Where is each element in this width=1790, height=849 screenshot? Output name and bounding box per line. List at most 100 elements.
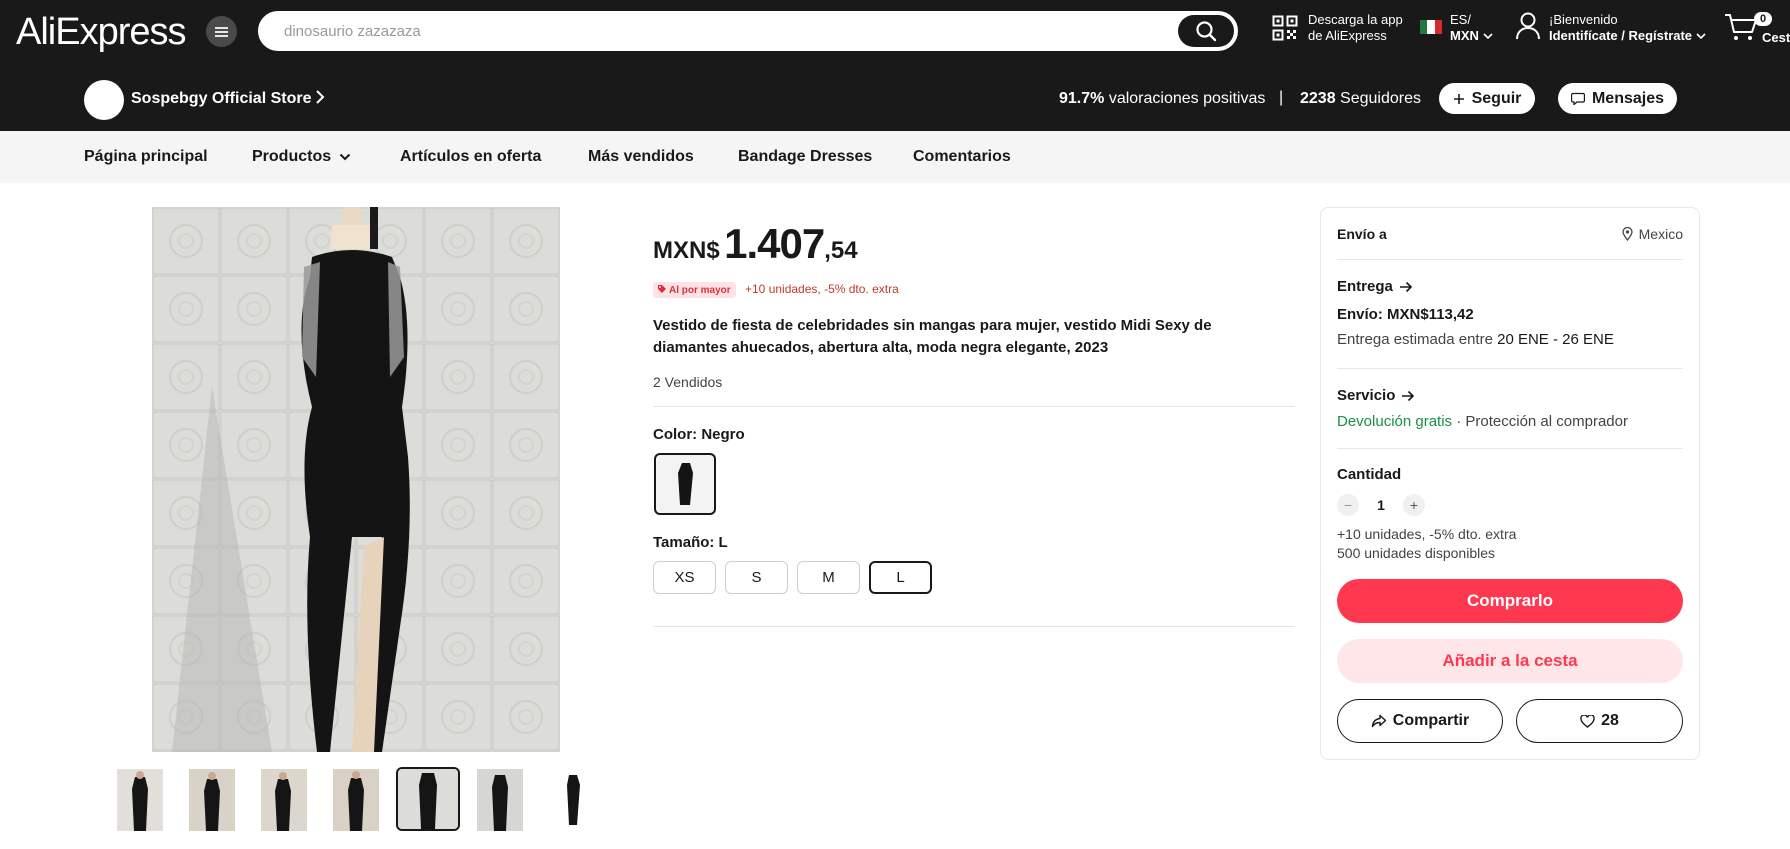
- shipping-cost: Envío: MXN$113,42: [1337, 306, 1474, 323]
- signin-link[interactable]: Identifícate / Regístrate: [1549, 28, 1692, 44]
- chevron-down-icon: [339, 153, 351, 161]
- quantity-value[interactable]: 1: [1371, 497, 1391, 513]
- message-icon: [1570, 92, 1585, 105]
- rating-label: valoraciones positivas: [1108, 90, 1266, 107]
- language-code: ES/: [1450, 12, 1471, 27]
- bulk-note: +10 unidades, -5% dto. extra: [1337, 526, 1517, 542]
- app-line-1: Descarga la app: [1308, 12, 1403, 27]
- thumbnail-5-selected[interactable]: [396, 767, 460, 831]
- aliexpress-logo[interactable]: AliExpress: [16, 11, 186, 54]
- wishlist-button[interactable]: 28: [1516, 699, 1683, 743]
- language-currency-selector[interactable]: ES/ MXN: [1420, 12, 1493, 44]
- price-decimal: ,54: [824, 237, 858, 264]
- nav-reviews[interactable]: Comentarios: [913, 148, 1011, 166]
- nav-products[interactable]: Productos: [252, 148, 351, 166]
- color-option-negro[interactable]: [654, 453, 716, 515]
- thumbnail-7-image: [549, 769, 595, 831]
- account-menu[interactable]: ¡Bienvenido Identifícate / Regístrate: [1515, 12, 1706, 44]
- bulk-discount-text: +10 unidades, -5% dto. extra: [745, 282, 899, 296]
- follow-label: Seguir: [1471, 89, 1522, 107]
- service-details: Devolución gratis · Protección al compra…: [1337, 413, 1628, 430]
- share-button[interactable]: Compartir: [1337, 699, 1503, 743]
- thumbnail-2-image: [189, 769, 235, 831]
- mexico-flag-icon: [1420, 20, 1442, 34]
- qr-code-icon: [1272, 15, 1298, 41]
- download-app-link[interactable]: Descarga la app de AliExpress: [1272, 12, 1403, 44]
- follow-button[interactable]: Seguir: [1439, 83, 1535, 114]
- menu-button[interactable]: [206, 16, 237, 47]
- nav-home[interactable]: Página principal: [84, 148, 208, 166]
- nav-bandage-dresses[interactable]: Bandage Dresses: [738, 148, 872, 166]
- bulk-badge-label: Al por mayor: [669, 285, 731, 296]
- followers-count: 2238 Seguidores: [1300, 90, 1421, 108]
- menu-icon: [215, 30, 228, 33]
- arrow-right-icon: [1402, 390, 1415, 401]
- store-name[interactable]: Sospebgy Official Store: [131, 90, 311, 108]
- size-option-xs[interactable]: XS: [653, 561, 716, 594]
- dress-photo: [152, 207, 560, 752]
- purchase-panel: Envío a Mexico Entrega Envío: MXN$113,42…: [1320, 207, 1700, 760]
- heart-icon: [1580, 714, 1595, 728]
- ship-to-country[interactable]: Mexico: [1621, 226, 1683, 242]
- divider: [653, 626, 1295, 627]
- thumbnail-6-image: [477, 769, 523, 831]
- sold-count: 2 Vendidos: [653, 374, 723, 390]
- product-main-image[interactable]: [152, 207, 560, 752]
- messages-label: Mensajes: [1591, 89, 1665, 107]
- store-avatar[interactable]: [84, 80, 124, 120]
- thumbnail-6[interactable]: [477, 769, 523, 831]
- thumbnail-1[interactable]: [117, 769, 163, 831]
- delivery-link[interactable]: Entrega: [1337, 278, 1413, 295]
- share-icon: [1371, 714, 1386, 728]
- nav-bestsellers[interactable]: Más vendidos: [588, 148, 694, 166]
- ship-to-label: Envío a: [1337, 226, 1387, 242]
- quantity-increase-button[interactable]: +: [1403, 494, 1425, 516]
- price-integer: 1.407: [724, 220, 825, 267]
- messages-button[interactable]: Mensajes: [1558, 83, 1677, 114]
- color-label: Color: Negro: [653, 426, 745, 443]
- chevron-down-icon: [1696, 33, 1706, 40]
- delivery-title: Entrega: [1337, 278, 1393, 295]
- search-input[interactable]: [282, 13, 1122, 49]
- chevron-right-icon[interactable]: [313, 88, 327, 106]
- nav-deals[interactable]: Artículos en oferta: [400, 148, 541, 166]
- search-bar: [258, 11, 1238, 51]
- product-price: MXN$ 1.407,54: [653, 220, 858, 268]
- divider: [653, 406, 1295, 407]
- thumbnail-5-image: [398, 769, 458, 829]
- search-button[interactable]: [1178, 15, 1234, 47]
- service-title: Servicio: [1337, 387, 1396, 404]
- currency-code: MXN: [1450, 28, 1479, 43]
- cart-icon: [1725, 14, 1757, 40]
- tag-icon: [658, 285, 666, 293]
- cart-label: Cesta: [1762, 30, 1790, 45]
- buyer-protection: · Protección al comprador: [1456, 413, 1628, 430]
- service-link[interactable]: Servicio: [1337, 387, 1415, 404]
- size-label: Tamaño: L: [653, 534, 728, 551]
- divider: [1337, 259, 1683, 260]
- nav-products-label: Productos: [252, 148, 332, 165]
- thumbnail-4-image: [333, 769, 379, 831]
- share-label: Compartir: [1392, 712, 1470, 729]
- color-swatch-image: [678, 463, 693, 505]
- chevron-down-icon: [1483, 33, 1493, 40]
- thumbnail-3-image: [261, 769, 307, 831]
- thumbnail-2[interactable]: [189, 769, 235, 831]
- size-option-s[interactable]: S: [725, 561, 788, 594]
- buy-now-button[interactable]: Comprarlo: [1337, 579, 1683, 623]
- quantity-decrease-button[interactable]: −: [1337, 494, 1359, 516]
- store-separator: |: [1279, 89, 1284, 106]
- stock-available: 500 unidades disponibles: [1337, 545, 1496, 561]
- add-to-cart-button[interactable]: Añadir a la cesta: [1337, 639, 1683, 683]
- size-option-l[interactable]: L: [869, 561, 932, 594]
- quantity-title: Cantidad: [1337, 466, 1402, 483]
- cart-link[interactable]: 0 Cesta: [1724, 12, 1790, 47]
- positive-rating: 91.7% valoraciones positivas: [1059, 90, 1265, 108]
- eta-prefix: Entrega estimada entre: [1337, 331, 1493, 348]
- country-name: Mexico: [1638, 226, 1683, 242]
- thumbnail-3[interactable]: [261, 769, 307, 831]
- thumbnail-4[interactable]: [333, 769, 379, 831]
- size-option-m[interactable]: M: [797, 561, 860, 594]
- thumbnail-7[interactable]: [549, 769, 595, 831]
- wishlist-count: 28: [1601, 712, 1619, 729]
